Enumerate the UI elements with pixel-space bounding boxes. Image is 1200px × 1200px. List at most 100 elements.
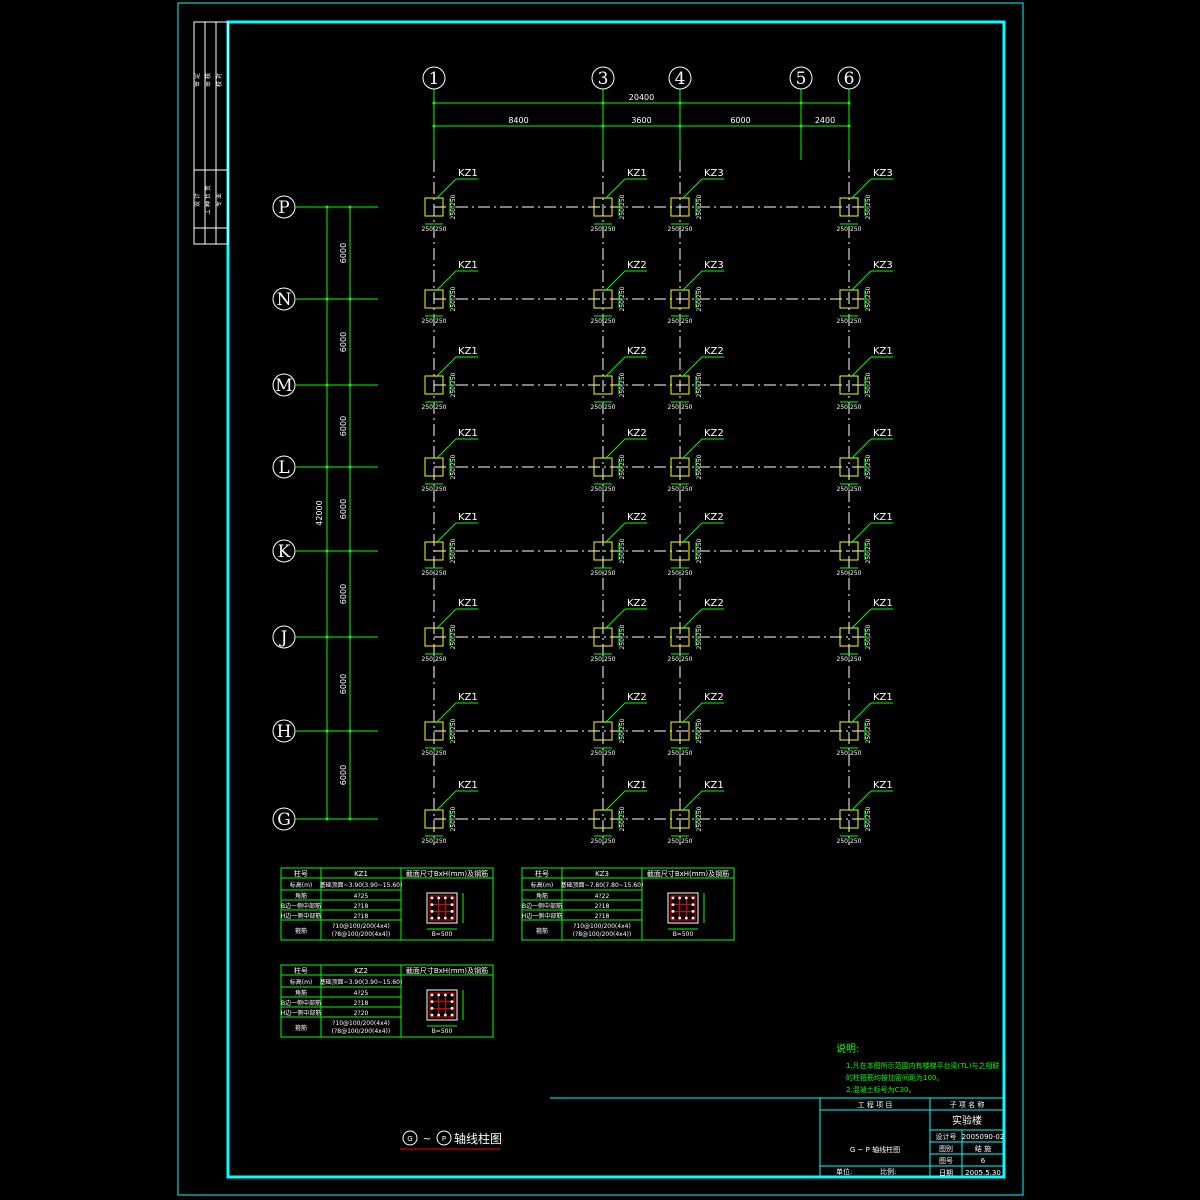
- table-cell: 角筋: [295, 989, 307, 997]
- table-header-cell: KZ2: [354, 967, 368, 975]
- column-dim-v: 250|250: [619, 286, 626, 311]
- column-dim-h: 250|250: [422, 226, 447, 233]
- column-label: KZ1: [873, 512, 893, 523]
- tb-field-label: 日期: [939, 1169, 953, 1177]
- column-cell: KZ2 250|250250|250: [668, 346, 724, 411]
- table-header-cell: 柱号: [294, 869, 308, 878]
- table-cell: 标高(m): [290, 881, 313, 889]
- column-cell: KZ1 250|250250|250: [422, 692, 478, 757]
- notes-line-1: 1.凡在本图所示范围内有楼梯平台梁(TL)与之相联: [846, 1061, 999, 1070]
- notes: 说明: 1.凡在本图所示范围内有楼梯平台梁(TL)与之相联 的柱箍筋均按加密间距…: [836, 1042, 999, 1094]
- axis-label-N: N: [277, 290, 292, 310]
- column-dim-v: 250|250: [450, 624, 457, 649]
- column-dim-h: 250|250: [591, 318, 616, 325]
- column-label: KZ2: [704, 428, 724, 439]
- axis-label-M: M: [275, 376, 292, 396]
- sign-cell: 专 业: [215, 193, 223, 207]
- column-dim-h: 250|250: [422, 486, 447, 493]
- column-dim-h: 250|250: [422, 750, 447, 757]
- table-cell: 标高(m): [290, 978, 313, 986]
- axis-label-G: G: [277, 810, 291, 830]
- column-dim-h: 250|250: [837, 404, 862, 411]
- column-dim-v: 250|250: [696, 194, 703, 219]
- table-header-cell: 截面尺寸BxH(mm)及钢筋: [406, 869, 488, 878]
- notes-title: 说明:: [836, 1042, 859, 1055]
- column-dim-v: 250|250: [865, 624, 872, 649]
- table-cell: ?10@100/200(4x4): [332, 923, 390, 930]
- column-dim-h: 250|250: [837, 750, 862, 757]
- table-cell: 角筋: [295, 892, 307, 900]
- sign-cell: 工 种 负 责: [204, 185, 212, 215]
- tb-field-value: 6: [981, 1157, 986, 1165]
- table-header-cell: KZ1: [354, 870, 368, 878]
- table-header-cell: 截面尺寸BxH(mm)及钢筋: [406, 966, 488, 975]
- table-cell: ?10@100/200(4x4): [573, 923, 631, 930]
- column-cell: KZ2 250|250250|250: [668, 512, 724, 577]
- axis-label-K: K: [278, 542, 291, 562]
- column-label: KZ2: [704, 692, 724, 703]
- column-cell: KZ3 250|250250|250: [668, 168, 724, 233]
- column-cell: KZ2 250|250250|250: [591, 260, 647, 325]
- column-dim-h: 250|250: [591, 226, 616, 233]
- title-tilde: ~: [423, 1134, 431, 1145]
- notes-line-3: 2.混凝土标号为C30。: [846, 1085, 915, 1094]
- top-total-dim: 20400: [629, 93, 654, 102]
- column-dim-h: 250|250: [591, 570, 616, 577]
- column-dim-h: 250|250: [837, 570, 862, 577]
- column-dim-h: 250|250: [591, 404, 616, 411]
- table-cell: 4?22: [595, 893, 610, 900]
- left-dim: 6000: [339, 332, 348, 352]
- sign-cell: 校 对: [215, 73, 223, 87]
- column-dim-h: 250|250: [591, 838, 616, 845]
- table-cell: 箍筋: [295, 927, 307, 935]
- column-dim-v: 250|250: [696, 624, 703, 649]
- unit-label: 单位:: [836, 1167, 852, 1176]
- column-cell: KZ3 250|250250|250: [837, 260, 893, 325]
- table-cell: 角筋: [536, 892, 548, 900]
- column-dim-h: 250|250: [591, 656, 616, 663]
- title-text: 轴线柱图: [454, 1131, 502, 1146]
- column-label: KZ1: [873, 598, 893, 609]
- column-label: KZ2: [704, 346, 724, 357]
- column-dim-v: 250|250: [696, 806, 703, 831]
- column-label: KZ1: [873, 428, 893, 439]
- table-cell: 2?18: [354, 1000, 369, 1007]
- axis-label-6: 6: [844, 69, 855, 89]
- left-dim: 6000: [339, 416, 348, 436]
- column-plan: 1 3 4 5 6 20400 8400 3600 6000 2400 P N M L K J H G 42000 6…: [272, 66, 893, 845]
- table-cell: ?10@100/200(4x4): [332, 1020, 390, 1027]
- table-cell: 基础顶面~7.80(7.80~15.60): [561, 881, 644, 889]
- column-cell: KZ2 250|250250|250: [591, 346, 647, 411]
- column-dim-h: 250|250: [837, 486, 862, 493]
- table-cell: 基础顶面~3.90(3.90~15.60): [320, 881, 403, 889]
- scale-label: 比例:: [880, 1167, 896, 1176]
- notes-line-2: 的柱箍筋均按加密间距为100。: [846, 1073, 943, 1082]
- column-dim-h: 250|250: [422, 838, 447, 845]
- column-schedule-tables: 柱号 KZ1 截面尺寸BxH(mm)及钢筋标高(m) 基础顶面~3.90(3.90~1…: [280, 867, 735, 1038]
- column-label: KZ1: [873, 346, 893, 357]
- column-dim-h: 250|250: [591, 750, 616, 757]
- column-dim-h: 250|250: [837, 318, 862, 325]
- table-cell: B边一侧中部筋: [281, 999, 321, 1007]
- column-label: KZ2: [627, 428, 647, 439]
- left-total-dim: 42000: [315, 500, 324, 525]
- column-cell: KZ1 250|250250|250: [837, 692, 893, 757]
- column-cell: KZ1 250|250250|250: [422, 512, 478, 577]
- left-dim: 6000: [339, 674, 348, 694]
- table-cell: B边一侧中部筋: [522, 902, 562, 910]
- column-label: KZ3: [704, 260, 724, 271]
- column-label: KZ2: [627, 598, 647, 609]
- column-dim-h: 250|250: [668, 404, 693, 411]
- table-cell: 2?18: [595, 903, 610, 910]
- table-cell: 2?20: [354, 1010, 369, 1017]
- axis-label-1: 1: [429, 69, 440, 89]
- column-cell: KZ1 250|250250|250: [422, 598, 478, 663]
- column-label: KZ1: [458, 168, 478, 179]
- column-dim-h: 250|250: [668, 226, 693, 233]
- column-label: KZ1: [458, 260, 478, 271]
- tb-field-label: 设计号: [936, 1132, 957, 1141]
- column-dim-v: 250|250: [865, 286, 872, 311]
- column-label: KZ2: [627, 512, 647, 523]
- axis-label-P: P: [278, 198, 289, 218]
- column-cell: KZ1 250|250250|250: [837, 780, 893, 845]
